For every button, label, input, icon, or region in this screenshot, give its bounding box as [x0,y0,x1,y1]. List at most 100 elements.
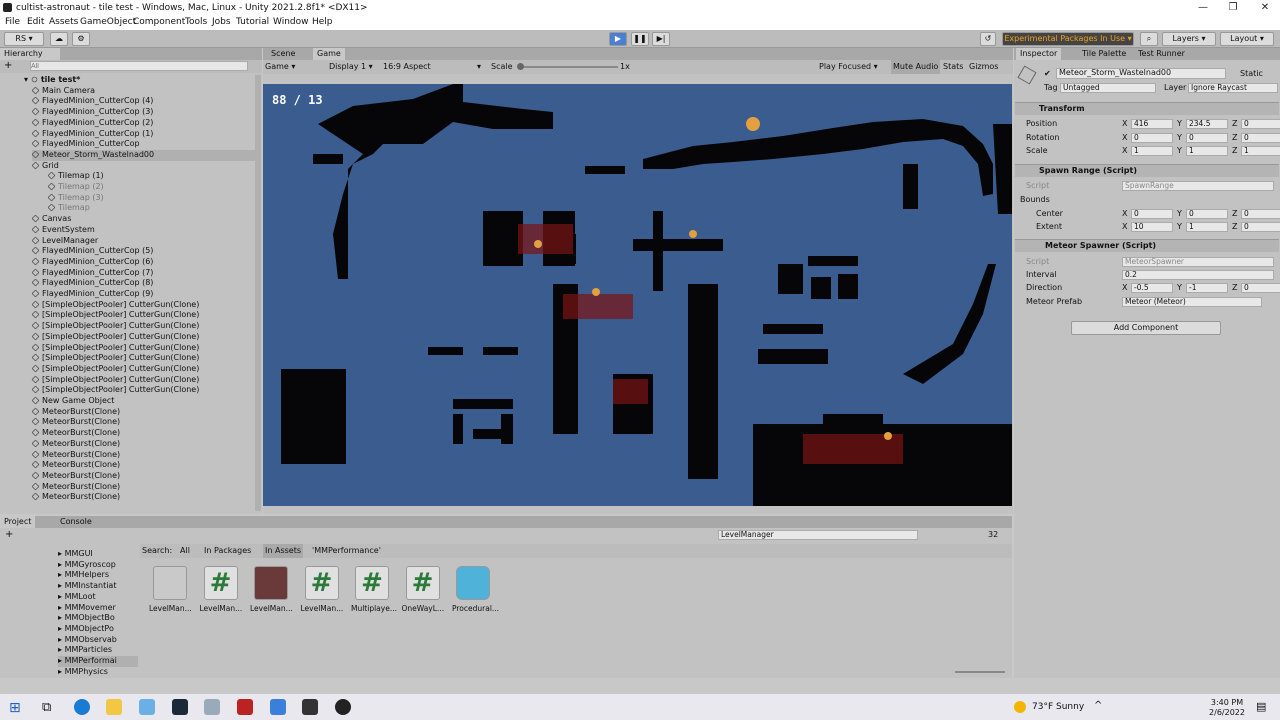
menu-tools[interactable]: Tools [185,17,207,27]
history-icon[interactable]: ↺ [980,32,996,46]
folder-item[interactable]: ▸ MMGyroscop [58,560,138,571]
transform-rotation-x-field[interactable]: 0 [1131,132,1173,143]
create-asset-icon[interactable]: + [5,529,13,540]
transform-header[interactable]: Transform [1015,102,1279,115]
hierarchy-item[interactable]: Tilemap [47,203,255,214]
account-button[interactable]: RS ▾ [4,32,44,46]
hierarchy-item[interactable]: EventSystem [31,225,255,236]
folder-item[interactable]: ▸ MMPhysics [58,667,138,678]
mute-audio-toggle[interactable]: Mute Audio [891,60,941,74]
hierarchy-item[interactable]: MeteorBurst(Clone) [31,482,255,493]
hierarchy-item[interactable]: MeteorBurst(Clone) [31,439,255,450]
steam-icon[interactable] [172,699,188,715]
hierarchy-item[interactable]: MeteorBurst(Clone) [31,428,255,439]
folder-item[interactable]: ▸ MMParticles [58,645,138,656]
folder-item[interactable]: ▸ MMHelpers [58,570,138,581]
static-toggle[interactable]: Static [1240,69,1263,79]
hierarchy-search-input[interactable] [30,61,248,71]
tab-console[interactable]: Console [56,516,96,528]
direction-z-field[interactable]: 0 [1241,283,1280,293]
hierarchy-item[interactable]: FlayedMinion_CutterCop (1) [31,129,255,140]
active-checkbox[interactable]: ✔ [1044,69,1051,78]
folder-item[interactable]: ▸ MMInstantiat [58,581,138,592]
hierarchy-item[interactable]: FlayedMinion_CutterCop (8) [31,278,255,289]
tab-game[interactable]: Game [313,48,345,60]
tab-tile-palette[interactable]: Tile Palette [1078,48,1130,60]
hierarchy-item[interactable]: Tilemap (2) [47,182,255,193]
direction-x-field[interactable]: -0.5 [1131,283,1173,293]
hierarchy-item[interactable]: FlayedMinion_CutterCop (2) [31,118,255,129]
meteor-spawner-header[interactable]: Meteor Spawner (Script) [1015,239,1279,252]
close-button[interactable]: ✕ [1250,0,1280,16]
hierarchy-item[interactable]: FlayedMinion_CutterCop (9) [31,289,255,300]
menu-assets[interactable]: Assets [49,17,78,27]
tab-inspector[interactable]: Inspector [1016,48,1062,60]
hierarchy-item[interactable]: LevelManager [31,236,255,247]
menu-help[interactable]: Help [312,17,333,27]
app-icon[interactable] [139,699,155,715]
clock-time[interactable]: 3:40 PM [1205,698,1249,707]
hierarchy-item[interactable]: [SimpleObjectPooler] CutterGun(Clone) [31,321,255,332]
stats-toggle[interactable]: Stats [943,60,963,74]
scale-slider[interactable] [518,66,618,68]
menu-component[interactable]: Component [133,17,185,27]
menu-edit[interactable]: Edit [27,17,44,27]
unity-hub-icon[interactable] [302,699,318,715]
asset-tile[interactable]: # OneWayL... [402,566,444,613]
extent-y-field[interactable]: 1 [1186,222,1228,232]
menu-window[interactable]: Window [273,17,309,27]
tray-chevron-icon[interactable]: ^ [1094,700,1102,711]
hierarchy-item[interactable]: MeteorBurst(Clone) [31,450,255,461]
play-focused-dropdown[interactable]: Play Focused ▾ [819,60,878,74]
hierarchy-item[interactable]: FlayedMinion_CutterCop (4) [31,96,255,107]
hierarchy-item[interactable]: MeteorBurst(Clone) [31,460,255,471]
extent-z-field[interactable]: 0 [1241,222,1280,232]
weather-icon[interactable] [1014,701,1026,713]
tag-dropdown[interactable]: Untagged [1060,83,1156,93]
hierarchy-item[interactable]: FlayedMinion_CutterCop [31,139,255,150]
minimize-button[interactable]: — [1188,0,1218,16]
transform-scale-x-field[interactable]: 1 [1131,146,1173,156]
hierarchy-item[interactable]: Tilemap (3) [47,193,255,204]
weather-text[interactable]: 73°F Sunny [1032,702,1084,712]
transform-position-y-field[interactable]: 234.5 [1186,119,1228,129]
hierarchy-item[interactable]: [SimpleObjectPooler] CutterGun(Clone) [31,385,255,396]
display-dropdown[interactable]: Display 1 ▾ [329,60,373,74]
icon-size-slider[interactable] [955,671,1005,673]
scale-slider-handle[interactable] [517,63,524,70]
hierarchy-item[interactable]: MeteorBurst(Clone) [31,407,255,418]
menu-gameobject[interactable]: GameObject [80,17,136,27]
hierarchy-item[interactable]: MeteorBurst(Clone) [31,417,255,428]
interval-field[interactable]: 0.2 [1122,270,1274,280]
filter-mmperformance[interactable]: 'MMPerformance' [312,544,381,558]
filter-in-assets[interactable]: In Assets [263,544,304,558]
extent-x-field[interactable]: 10 [1131,222,1173,232]
center-y-field[interactable]: 0 [1186,209,1228,219]
cloud-icon[interactable]: ☁ [50,32,68,46]
folder-item[interactable]: ▸ MMObjectBo [58,613,138,624]
hierarchy-item[interactable]: FlayedMinion_CutterCop (5) [31,246,255,257]
bounds-foldout[interactable]: Bounds [1020,195,1050,205]
clock-date[interactable]: 2/6/2022 [1205,708,1249,717]
menu-file[interactable]: File [5,17,20,27]
hierarchy-item[interactable]: Tilemap (1) [47,171,255,182]
layers-dropdown[interactable]: Layers ▾ [1162,32,1216,46]
hierarchy-item[interactable]: FlayedMinion_CutterCop (7) [31,268,255,279]
filter-in-packages[interactable]: In Packages [204,544,251,558]
hierarchy-scrollbar[interactable] [255,75,261,511]
object-name-field[interactable]: Meteor_Storm_Wastelnad00 [1056,68,1226,79]
filter-all[interactable]: All [180,544,190,558]
transform-position-x-field[interactable]: 416 [1131,119,1173,129]
hierarchy-item[interactable]: MeteorBurst(Clone) [31,471,255,482]
snipping-tool-icon[interactable] [204,699,220,715]
hierarchy-item[interactable]: Canvas [31,214,255,225]
collab-icon[interactable]: ⚙ [72,32,90,46]
direction-y-field[interactable]: -1 [1186,283,1228,293]
transform-scale-z-field[interactable]: 1 [1241,146,1280,156]
file-explorer-icon[interactable] [106,699,122,715]
meteor-prefab-field[interactable]: Meteor (Meteor) [1122,297,1262,307]
transform-scale-y-field[interactable]: 1 [1186,146,1228,156]
search-icon[interactable]: ⌕ [1140,32,1158,46]
folder-item[interactable]: ▸ MMGUI [58,549,138,560]
game-mode-dropdown[interactable]: Game ▾ [265,60,295,74]
